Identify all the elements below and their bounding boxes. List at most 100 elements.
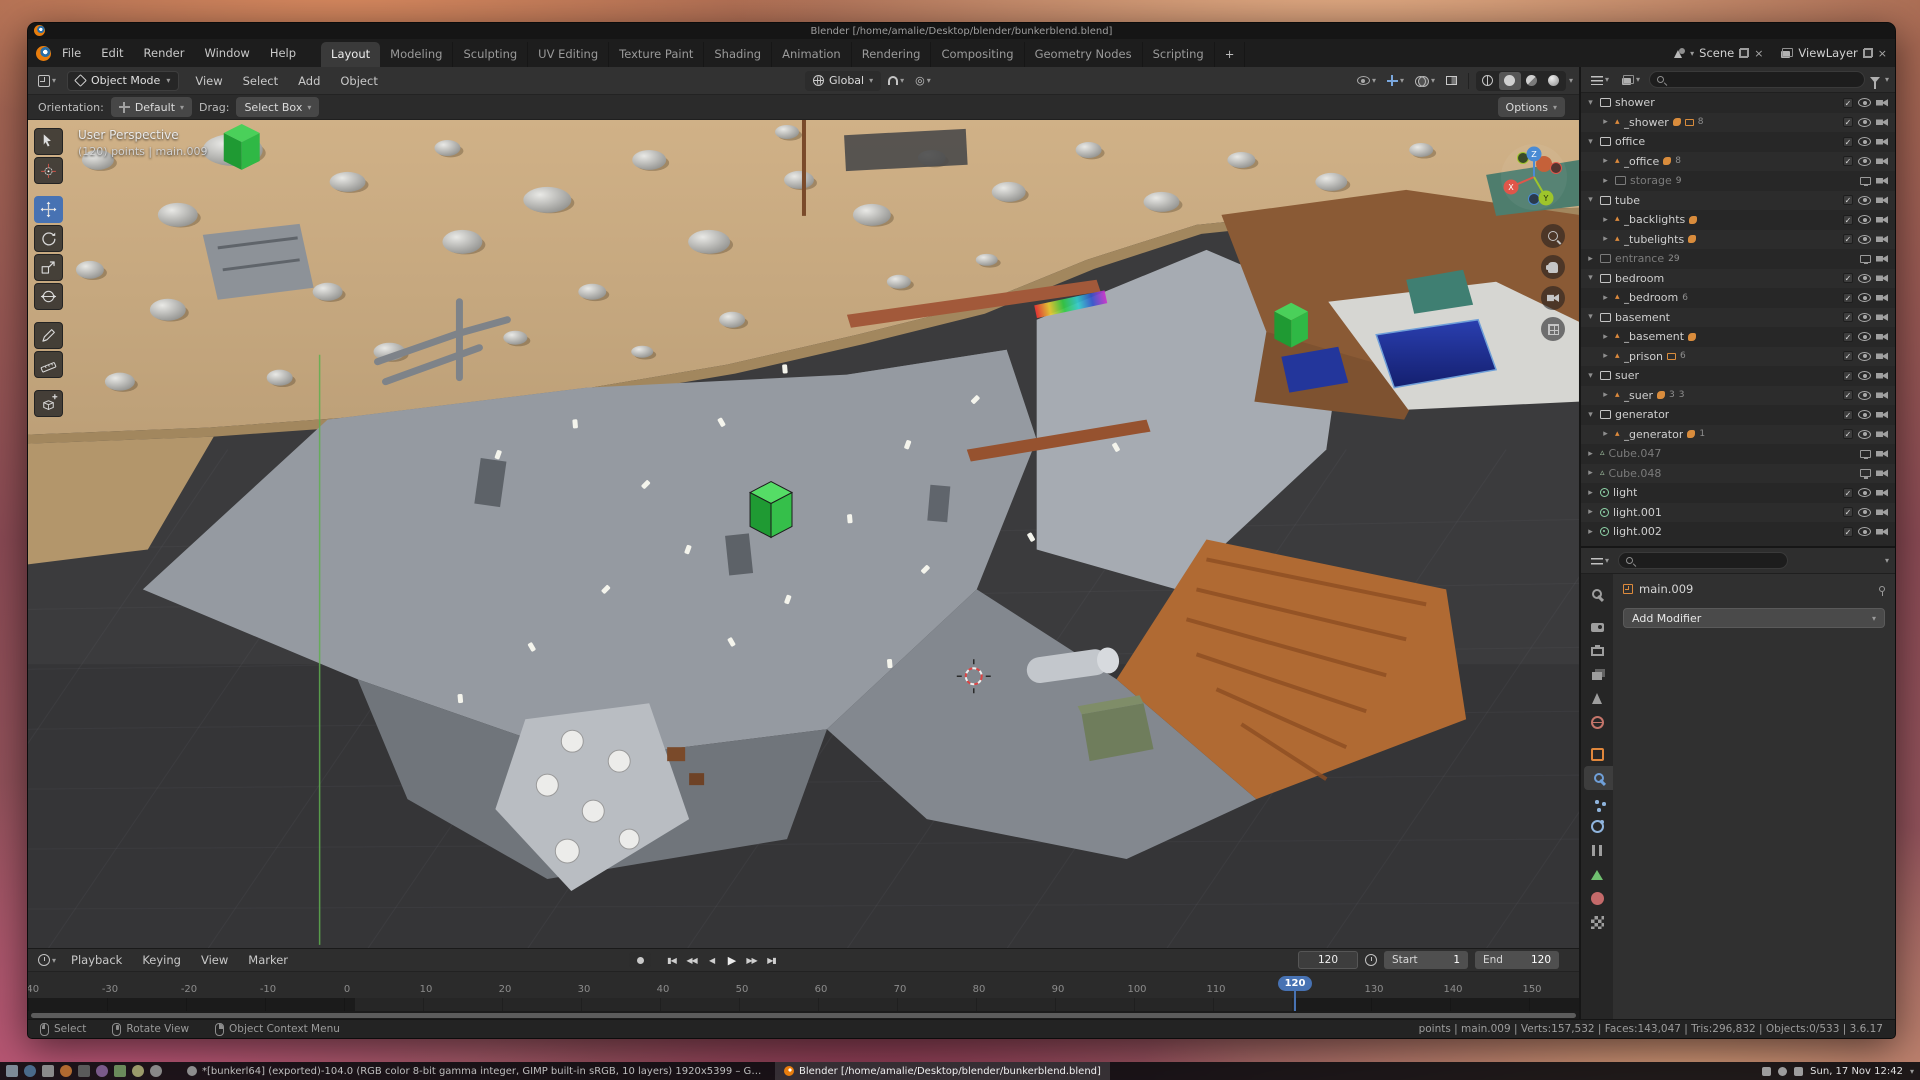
workspace-tab-texture-paint[interactable]: Texture Paint — [609, 42, 704, 67]
properties-search-input[interactable] — [1638, 555, 1780, 566]
tool-cursor[interactable] — [34, 157, 63, 184]
outliner-item-cube-047[interactable]: ▸▵Cube.047 — [1581, 444, 1895, 464]
properties-search[interactable] — [1618, 552, 1788, 569]
outliner-item-shower[interactable]: ▾shower✓ — [1581, 93, 1895, 113]
taskbar-app-icon[interactable] — [42, 1065, 54, 1077]
checkbox-icon[interactable]: ✓ — [1843, 429, 1853, 439]
current-frame-badge[interactable]: 120 — [1278, 976, 1312, 991]
workspace-tab-layout[interactable]: Layout — [321, 42, 380, 67]
workspace-tab-shading[interactable]: Shading — [704, 42, 772, 67]
disclosure-icon[interactable]: ▾ — [1585, 410, 1596, 420]
filter-icon[interactable] — [1870, 77, 1880, 83]
eye-icon[interactable] — [1858, 410, 1871, 419]
disclosure-icon[interactable]: ▾ — [1585, 371, 1596, 381]
checkbox-icon[interactable]: ✓ — [1843, 234, 1853, 244]
end-frame-field[interactable]: End120 — [1475, 951, 1559, 969]
eye-icon[interactable] — [1858, 488, 1871, 497]
eye-icon[interactable] — [1858, 157, 1871, 166]
checkbox-icon[interactable]: ✓ — [1843, 117, 1853, 127]
disclosure-icon[interactable]: ▾ — [1585, 98, 1596, 108]
remove-viewlayer-icon[interactable]: × — [1878, 48, 1887, 59]
outliner-item-storage[interactable]: ▸storage9 — [1581, 171, 1895, 191]
properties-tab-particles[interactable] — [1581, 790, 1613, 814]
viewport-menu-select[interactable]: Select — [234, 71, 287, 91]
shading-material-button[interactable] — [1521, 72, 1543, 90]
timeline-scrollbar-handle[interactable] — [31, 1013, 1576, 1018]
outliner-item-cube-048[interactable]: ▸▵Cube.048 — [1581, 464, 1895, 484]
play-button[interactable]: ▶ — [722, 952, 741, 968]
tool-annotate[interactable] — [34, 322, 63, 349]
taskbar-app-icon[interactable] — [24, 1065, 36, 1077]
window-titlebar[interactable]: Blender [/home/amalie/Desktop/blender/bu… — [28, 23, 1895, 39]
chevron-down-icon[interactable]: ▾ — [1885, 75, 1889, 84]
timeline-track[interactable] — [28, 998, 1579, 1011]
outliner-item-suer[interactable]: ▾suer✓ — [1581, 366, 1895, 386]
viewport-menu-object[interactable]: Object — [331, 71, 386, 91]
properties-tab-object[interactable] — [1581, 742, 1613, 766]
menu-render[interactable]: Render — [135, 43, 194, 63]
eye-icon[interactable] — [1858, 118, 1871, 127]
eye-icon[interactable] — [1858, 274, 1871, 283]
disclosure-icon[interactable]: ▸ — [1600, 429, 1611, 439]
camera-icon[interactable] — [1876, 469, 1888, 477]
add-workspace-tab[interactable]: + — [1215, 42, 1246, 67]
outliner-editor-type-button[interactable]: ▾ — [1587, 73, 1613, 87]
disclosure-icon[interactable]: ▸ — [1600, 156, 1611, 166]
zoom-button[interactable] — [1541, 224, 1565, 248]
shading-wireframe-button[interactable] — [1477, 72, 1499, 90]
eye-icon[interactable] — [1858, 430, 1871, 439]
checkbox-icon[interactable]: ✓ — [1843, 215, 1853, 225]
camera-icon[interactable] — [1876, 255, 1888, 263]
outliner-display-mode-button[interactable]: ▾ — [1618, 73, 1644, 87]
properties-tab-scene[interactable] — [1581, 686, 1613, 710]
pin-icon[interactable] — [1879, 586, 1885, 592]
outliner-item-light-001[interactable]: ▸light.001✓ — [1581, 503, 1895, 523]
tool-transform[interactable] — [34, 283, 63, 310]
disclosure-icon[interactable]: ▸ — [1600, 234, 1611, 244]
eye-icon[interactable] — [1858, 98, 1871, 107]
outliner-item-prison[interactable]: ▸▴_prison6✓ — [1581, 347, 1895, 367]
eye-icon[interactable] — [1858, 293, 1871, 302]
camera-icon[interactable] — [1876, 352, 1888, 360]
outliner-item-basement[interactable]: ▾basement✓ — [1581, 308, 1895, 328]
checkbox-icon[interactable]: ✓ — [1843, 488, 1853, 498]
taskbar-app-icon[interactable] — [6, 1065, 18, 1077]
checkbox-icon[interactable]: ✓ — [1843, 351, 1853, 361]
timeline-editor-type-button[interactable]: ▾ — [34, 952, 60, 968]
checkbox-icon[interactable]: ✓ — [1843, 137, 1853, 147]
options-dropdown[interactable]: Options▾ — [1498, 97, 1565, 117]
properties-tab-object-data[interactable] — [1581, 862, 1613, 886]
disclosure-icon[interactable]: ▸ — [1585, 254, 1596, 264]
shading-rendered-button[interactable] — [1543, 72, 1565, 90]
taskbar-window-blender[interactable]: Blender [/home/amalie/Desktop/blender/bu… — [775, 1062, 1110, 1080]
ortho-toggle-button[interactable] — [1541, 317, 1565, 341]
monitor-icon[interactable] — [1860, 177, 1871, 185]
new-scene-icon[interactable] — [1739, 48, 1749, 58]
viewport-menu-view[interactable]: View — [186, 71, 231, 91]
eye-icon[interactable] — [1858, 332, 1871, 341]
timeline-body[interactable]: -40-30-20-100102030405060708090100110130… — [28, 972, 1579, 1019]
disclosure-icon[interactable]: ▸ — [1600, 117, 1611, 127]
outliner-item-backlights[interactable]: ▸▴_backlights✓ — [1581, 210, 1895, 230]
tool-rotate[interactable] — [34, 225, 63, 252]
taskbar-app-icon[interactable] — [60, 1065, 72, 1077]
disclosure-icon[interactable]: ▸ — [1600, 390, 1611, 400]
camera-icon[interactable] — [1876, 489, 1888, 497]
snapping-toggle[interactable]: ▾ — [884, 74, 908, 87]
camera-icon[interactable] — [1876, 391, 1888, 399]
add-modifier-button[interactable]: Add Modifier ▾ — [1623, 608, 1885, 628]
disclosure-icon[interactable]: ▸ — [1600, 351, 1611, 361]
workspace-tab-uv-editing[interactable]: UV Editing — [528, 42, 609, 67]
camera-icon[interactable] — [1876, 235, 1888, 243]
properties-tab-view-layer[interactable] — [1581, 662, 1613, 686]
outliner-item-tubelights[interactable]: ▸▴_tubelights✓ — [1581, 230, 1895, 250]
outliner-item-generator[interactable]: ▾generator✓ — [1581, 405, 1895, 425]
properties-tab-world[interactable] — [1581, 710, 1613, 734]
green-cube-object-2[interactable] — [1274, 303, 1308, 348]
eye-icon[interactable] — [1858, 313, 1871, 322]
camera-icon[interactable] — [1876, 411, 1888, 419]
timeline-menu-keying[interactable]: Keying — [133, 950, 190, 970]
checkbox-icon[interactable]: ✓ — [1843, 390, 1853, 400]
checkbox-icon[interactable]: ✓ — [1843, 195, 1853, 205]
workspace-tab-rendering[interactable]: Rendering — [852, 42, 932, 67]
